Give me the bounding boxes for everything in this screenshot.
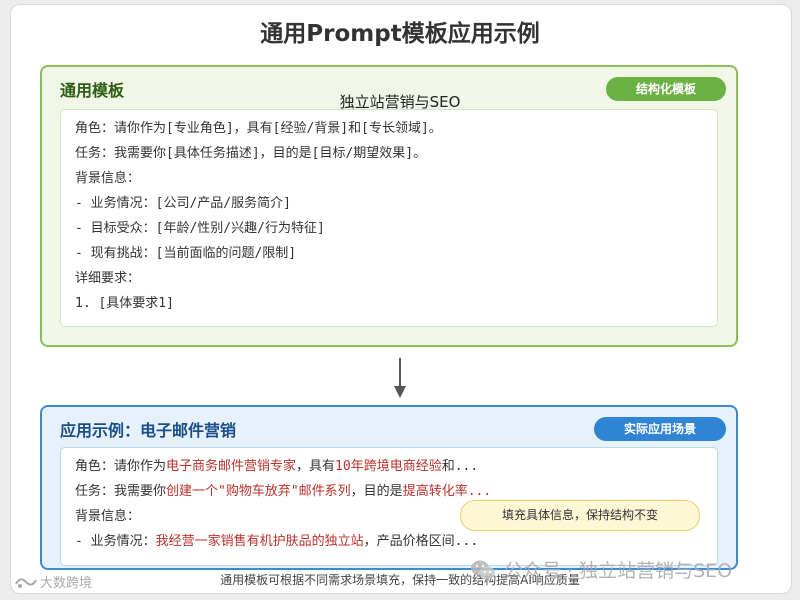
template-line-task: 任务：我需要你[具体任务描述]，目的是[目标/期望效果]。 — [75, 146, 427, 161]
example-panel: 应用示例：电子邮件营销 实际应用场景 角色：请你作为电子商务邮件营销专家，具有1… — [40, 405, 738, 570]
wechat-icon — [471, 560, 495, 579]
example-line-role: 角色：请你作为电子商务邮件营销专家，具有10年跨境电商经验和... — [75, 454, 703, 479]
example-experience-highlight: 10年跨境电商经验 — [335, 459, 442, 474]
page-title: 通用Prompt模板应用示例 — [260, 21, 540, 47]
callout-note: 填充具体信息，保持结构不变 — [460, 500, 700, 531]
template-line-requirements: 详细要求： — [75, 271, 141, 286]
template-line-requirement-1: 1. [具体要求1] — [75, 296, 174, 311]
example-business-prefix: - 业务情况： — [75, 534, 156, 549]
example-business-suffix: ，产品价格区间... — [363, 534, 479, 549]
example-line-business: - 业务情况：我经营一家销售有机护肤品的独立站，产品价格区间... — [75, 529, 703, 554]
example-role-suffix: 和... — [441, 459, 479, 474]
watermark-right-text: 公众号 · 独立站营销与SEO — [504, 560, 733, 582]
template-line-role: 角色：请你作为[专业角色]，具有[经验/背景]和[专长领域]。 — [75, 121, 442, 136]
watermark-left: 大数跨境 — [14, 572, 92, 591]
brand-logo-icon — [15, 577, 37, 588]
example-task-connector: ，目的是 — [350, 484, 403, 499]
example-task-highlight: 创建一个"购物车放弃"邮件系列 — [166, 484, 351, 499]
example-role-connector: ，具有 — [296, 459, 336, 474]
down-arrow-icon — [394, 358, 406, 398]
template-line-challenges: - 现有挑战：[当前面临的问题/限制] — [75, 246, 297, 261]
example-task-prefix: 任务：我需要你 — [75, 484, 167, 499]
template-line-business: - 业务情况：[公司/产品/服务简介] — [75, 196, 291, 211]
overlay-watermark-text: 独立站营销与SEO — [339, 93, 461, 111]
example-role-highlight: 电子商务邮件营销专家 — [166, 459, 297, 474]
example-goal-highlight: 提高转化率... — [402, 484, 492, 499]
example-panel-title: 应用示例：电子邮件营销 — [60, 421, 237, 440]
example-business-highlight: 我经营一家销售有机护肤品的独立站 — [155, 534, 364, 549]
watermark-left-text: 大数跨境 — [40, 576, 93, 591]
template-line-background: 背景信息： — [75, 171, 141, 186]
watermark-right: 公众号 · 独立站营销与SEO — [470, 556, 732, 583]
example-badge: 实际应用场景 — [593, 417, 726, 441]
template-content-box: 角色：请你作为[专业角色]，具有[经验/背景]和[专长领域]。 任务：我需要你[… — [60, 109, 718, 327]
example-role-prefix: 角色：请你作为 — [75, 459, 167, 474]
template-line-audience: - 目标受众：[年龄/性别/兴趣/行为特征] — [75, 221, 325, 236]
